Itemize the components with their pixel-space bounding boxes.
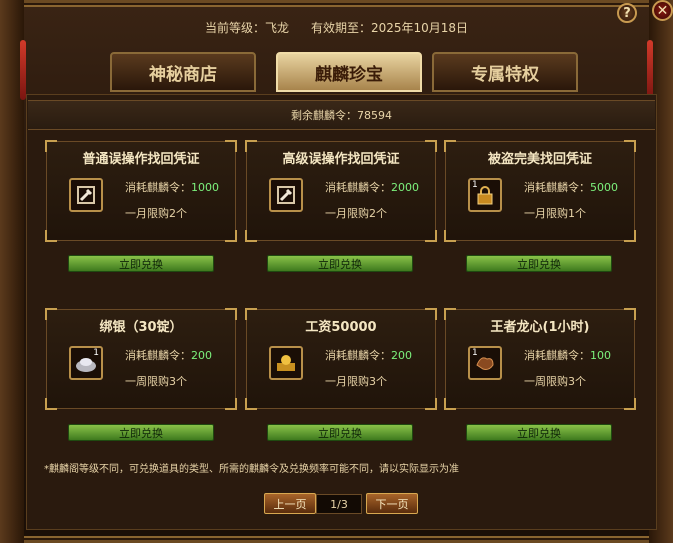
item-card: 王者龙心(1小时) 1 消耗麒麟令：100 一周限购3个 (444, 308, 636, 410)
item-title: 普通误操作找回凭证 (82, 152, 200, 167)
item-cost: 消耗麒麟令：1000 (125, 181, 219, 194)
item-card: 工资50000 消耗麒麟令：200 一月限购3个 (245, 308, 437, 410)
item-limit: 一月限购2个 (325, 207, 387, 220)
item-cost: 消耗麒麟令：5000 (524, 181, 618, 194)
redeem-button[interactable]: 立即兑换 (68, 255, 214, 272)
item-card: 高级误操作找回凭证 消耗麒麟令：2000 一月限购2个 (245, 140, 437, 242)
wrench-icon[interactable] (69, 178, 103, 212)
item-limit: 一月限购2个 (125, 207, 187, 220)
item-limit: 一周限购3个 (524, 375, 586, 388)
item-limit: 一周限购3个 (125, 375, 187, 388)
tab-bar: 神秘商店 麒麟珍宝 专属特权 (110, 52, 578, 92)
item-limit: 一月限购1个 (524, 207, 586, 220)
silver-ingot-icon[interactable]: 1 (69, 346, 103, 380)
item-cost: 消耗麒麟令：200 (125, 349, 212, 362)
right-tassel (647, 40, 653, 100)
tab-exclusive-privilege[interactable]: 专属特权 (432, 52, 578, 92)
help-button[interactable]: ? (617, 3, 637, 23)
redeem-button[interactable]: 立即兑换 (466, 255, 612, 272)
footnote: *麒麟阁等级不同，可兑换道具的类型、所需的麒麟令及兑换频率可能不同，请以实际显示… (44, 464, 459, 475)
item-card: 被盗完美找回凭证 1 消耗麒麟令：5000 一月限购1个 (444, 140, 636, 242)
close-button[interactable]: ✕ (652, 0, 673, 21)
current-level: 当前等级：飞龙 (204, 20, 289, 35)
next-page-button[interactable]: 下一页 (366, 493, 418, 514)
gold-seal-icon[interactable] (269, 346, 303, 380)
page-indicator: 1/3 (316, 494, 362, 514)
redeem-button[interactable]: 立即兑换 (267, 424, 413, 441)
redeem-button[interactable]: 立即兑换 (466, 424, 612, 441)
item-card: 普通误操作找回凭证 消耗麒麟令：1000 一月限购2个 (45, 140, 237, 242)
tab-mystery-shop[interactable]: 神秘商店 (110, 52, 256, 92)
item-cost: 消耗麒麟令：100 (524, 349, 611, 362)
item-title: 高级误操作找回凭证 (282, 152, 400, 167)
item-card: 绑银（30锭） 1 消耗麒麟令：200 一周限购3个 (45, 308, 237, 410)
item-cost: 消耗麒麟令：200 (325, 349, 412, 362)
item-count-badge: 1 (93, 348, 99, 358)
item-title: 绑银（30锭） (99, 320, 183, 335)
redeem-button[interactable]: 立即兑换 (267, 255, 413, 272)
dragon-heart-icon[interactable]: 1 (468, 346, 502, 380)
item-limit: 一月限购3个 (325, 375, 387, 388)
token-balance-text: 剩余麒麟令：78594 (291, 109, 392, 122)
redeem-button[interactable]: 立即兑换 (68, 424, 214, 441)
item-title: 被盗完美找回凭证 (487, 152, 592, 167)
expiry-date: 有效期至：2025年10月18日 (310, 20, 469, 35)
item-title: 工资50000 (305, 320, 377, 335)
wrench-icon[interactable] (269, 178, 303, 212)
token-balance: 剩余麒麟令：78594 (28, 100, 655, 130)
item-title: 王者龙心(1小时) (490, 320, 590, 335)
tab-qilin-treasure[interactable]: 麒麟珍宝 (276, 52, 422, 92)
lock-icon[interactable]: 1 (468, 178, 502, 212)
item-count-badge: 1 (472, 348, 478, 358)
title-bar: 当前等级：飞龙 有效期至：2025年10月18日 (60, 14, 613, 40)
item-count-badge: 1 (472, 180, 478, 190)
left-tassel (20, 40, 26, 100)
item-cost: 消耗麒麟令：2000 (325, 181, 419, 194)
prev-page-button[interactable]: 上一页 (264, 493, 316, 514)
